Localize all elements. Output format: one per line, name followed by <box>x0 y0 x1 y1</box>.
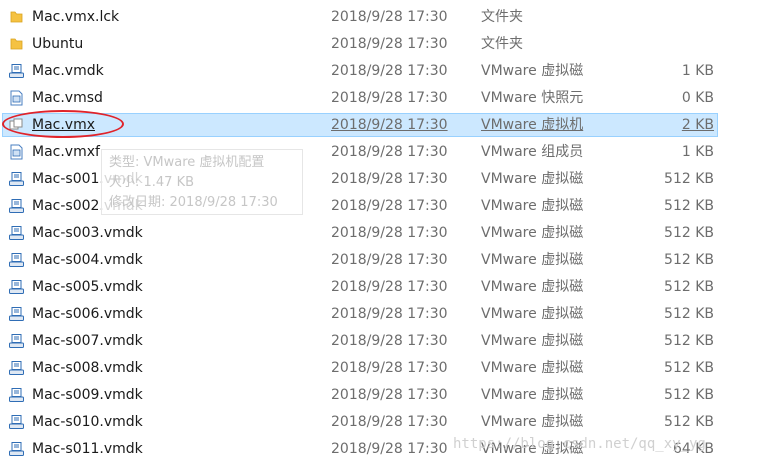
watermark: https://blog.csdn.net/qq_xy_yg <box>453 436 706 452</box>
file-date: 2018/9/28 17:30 <box>331 252 448 268</box>
folder-icon <box>8 9 25 25</box>
file-size: 1 KB <box>681 144 714 160</box>
file-type: VMware 虚拟磁 <box>481 333 584 349</box>
file-type: VMware 虚拟机 <box>481 117 584 133</box>
file-row[interactable]: Mac-s009.vmdk 2018/9/28 17:30 VMware 虚拟磁… <box>0 382 783 409</box>
file-type: VMware 虚拟磁 <box>481 252 584 268</box>
file-row[interactable]: Mac-s008.vmdk 2018/9/28 17:30 VMware 虚拟磁… <box>0 355 783 382</box>
file-row[interactable]: Mac-s003.vmdk 2018/9/28 17:30 VMware 虚拟磁… <box>0 220 783 247</box>
vmware-disk-icon <box>8 198 25 214</box>
file-date: 2018/9/28 17:30 <box>331 117 448 133</box>
tooltip-modified: 修改日期: 2018/9/28 17:30 <box>109 195 278 210</box>
file-type: VMware 虚拟磁 <box>481 306 584 322</box>
vmware-disk-icon <box>8 225 25 241</box>
folder-icon <box>8 36 25 52</box>
vmware-disk-icon <box>8 306 25 322</box>
file-date: 2018/9/28 17:30 <box>331 90 448 106</box>
vmware-document-icon <box>8 90 25 106</box>
file-date: 2018/9/28 17:30 <box>331 306 448 322</box>
file-name: Mac.vmdk <box>32 63 104 79</box>
file-row[interactable]: Ubuntu 2018/9/28 17:30 文件夹 <box>0 31 783 58</box>
file-row[interactable]: Mac-s005.vmdk 2018/9/28 17:30 VMware 虚拟磁… <box>0 274 783 301</box>
file-type: VMware 虚拟磁 <box>481 171 584 187</box>
file-name: Mac-s003.vmdk <box>32 225 143 241</box>
file-type: VMware 虚拟磁 <box>481 387 584 403</box>
vmware-disk-icon <box>8 171 25 187</box>
file-type: VMware 虚拟磁 <box>481 198 584 214</box>
file-date: 2018/9/28 17:30 <box>331 171 448 187</box>
file-row[interactable]: Mac-s004.vmdk 2018/9/28 17:30 VMware 虚拟磁… <box>0 247 783 274</box>
file-type: VMware 虚拟磁 <box>481 63 584 79</box>
file-type: 文件夹 <box>481 9 523 25</box>
file-size: 512 KB <box>664 225 714 241</box>
file-type: 文件夹 <box>481 36 523 52</box>
file-name: Ubuntu <box>32 36 84 52</box>
vmware-disk-icon <box>8 252 25 268</box>
annotation-circle <box>2 110 124 138</box>
file-info-tooltip: 类型: VMware 虚拟机配置 大小: 1.47 KB 修改日期: 2018/… <box>101 149 303 215</box>
file-date: 2018/9/28 17:30 <box>331 63 448 79</box>
file-size: 512 KB <box>664 387 714 403</box>
file-size: 1 KB <box>681 63 714 79</box>
file-name: Mac.vmsd <box>32 90 103 106</box>
tooltip-type: 类型: VMware 虚拟机配置 <box>109 155 265 170</box>
file-row[interactable]: Mac-s010.vmdk 2018/9/28 17:30 VMware 虚拟磁… <box>0 409 783 436</box>
file-date: 2018/9/28 17:30 <box>331 387 448 403</box>
vmware-disk-icon <box>8 333 25 349</box>
file-date: 2018/9/28 17:30 <box>331 441 448 457</box>
vmware-document-icon <box>8 144 25 160</box>
vmware-disk-icon <box>8 387 25 403</box>
file-name: Mac.vmxf <box>32 144 100 160</box>
file-type: VMware 虚拟磁 <box>481 414 584 430</box>
file-date: 2018/9/28 17:30 <box>331 360 448 376</box>
file-size: 2 KB <box>681 117 714 133</box>
file-size: 512 KB <box>664 198 714 214</box>
file-size: 512 KB <box>664 414 714 430</box>
file-date: 2018/9/28 17:30 <box>331 279 448 295</box>
file-name: Mac-s004.vmdk <box>32 252 143 268</box>
file-date: 2018/9/28 17:30 <box>331 333 448 349</box>
file-date: 2018/9/28 17:30 <box>331 198 448 214</box>
file-name: Mac-s006.vmdk <box>32 306 143 322</box>
file-name: Mac-s007.vmdk <box>32 333 143 349</box>
file-type: VMware 虚拟磁 <box>481 225 584 241</box>
tooltip-size: 大小: 1.47 KB <box>109 175 195 190</box>
file-size: 512 KB <box>664 279 714 295</box>
file-name: Mac-s009.vmdk <box>32 387 143 403</box>
file-date: 2018/9/28 17:30 <box>331 9 448 25</box>
file-name: Mac-s010.vmdk <box>32 414 143 430</box>
file-date: 2018/9/28 17:30 <box>331 36 448 52</box>
file-row[interactable]: Mac-s007.vmdk 2018/9/28 17:30 VMware 虚拟磁… <box>0 328 783 355</box>
file-type: VMware 虚拟磁 <box>481 360 584 376</box>
vmware-disk-icon <box>8 441 25 457</box>
file-size: 0 KB <box>681 90 714 106</box>
file-date: 2018/9/28 17:30 <box>331 225 448 241</box>
file-size: 512 KB <box>664 171 714 187</box>
file-date: 2018/9/28 17:30 <box>331 414 448 430</box>
file-size: 512 KB <box>664 252 714 268</box>
file-row[interactable]: Mac.vmdk 2018/9/28 17:30 VMware 虚拟磁 1 KB <box>0 58 783 85</box>
file-size: 512 KB <box>664 333 714 349</box>
file-date: 2018/9/28 17:30 <box>331 144 448 160</box>
vmware-disk-icon <box>8 414 25 430</box>
file-name: Mac-s011.vmdk <box>32 441 143 457</box>
file-row[interactable]: Mac-s006.vmdk 2018/9/28 17:30 VMware 虚拟磁… <box>0 301 783 328</box>
file-name: Mac.vmx.lck <box>32 9 120 25</box>
file-name: Mac-s008.vmdk <box>32 360 143 376</box>
vmware-disk-icon <box>8 360 25 376</box>
file-name: Mac-s005.vmdk <box>32 279 143 295</box>
file-type: VMware 虚拟磁 <box>481 279 584 295</box>
file-type: VMware 组成员 <box>481 144 584 160</box>
file-size: 512 KB <box>664 360 714 376</box>
file-row[interactable]: Mac.vmx.lck 2018/9/28 17:30 文件夹 <box>0 4 783 31</box>
file-row[interactable]: Mac.vmsd 2018/9/28 17:30 VMware 快照元 0 KB <box>0 85 783 112</box>
file-size: 512 KB <box>664 306 714 322</box>
vmware-disk-icon <box>8 279 25 295</box>
vmware-disk-icon <box>8 63 25 79</box>
file-type: VMware 快照元 <box>481 90 584 106</box>
